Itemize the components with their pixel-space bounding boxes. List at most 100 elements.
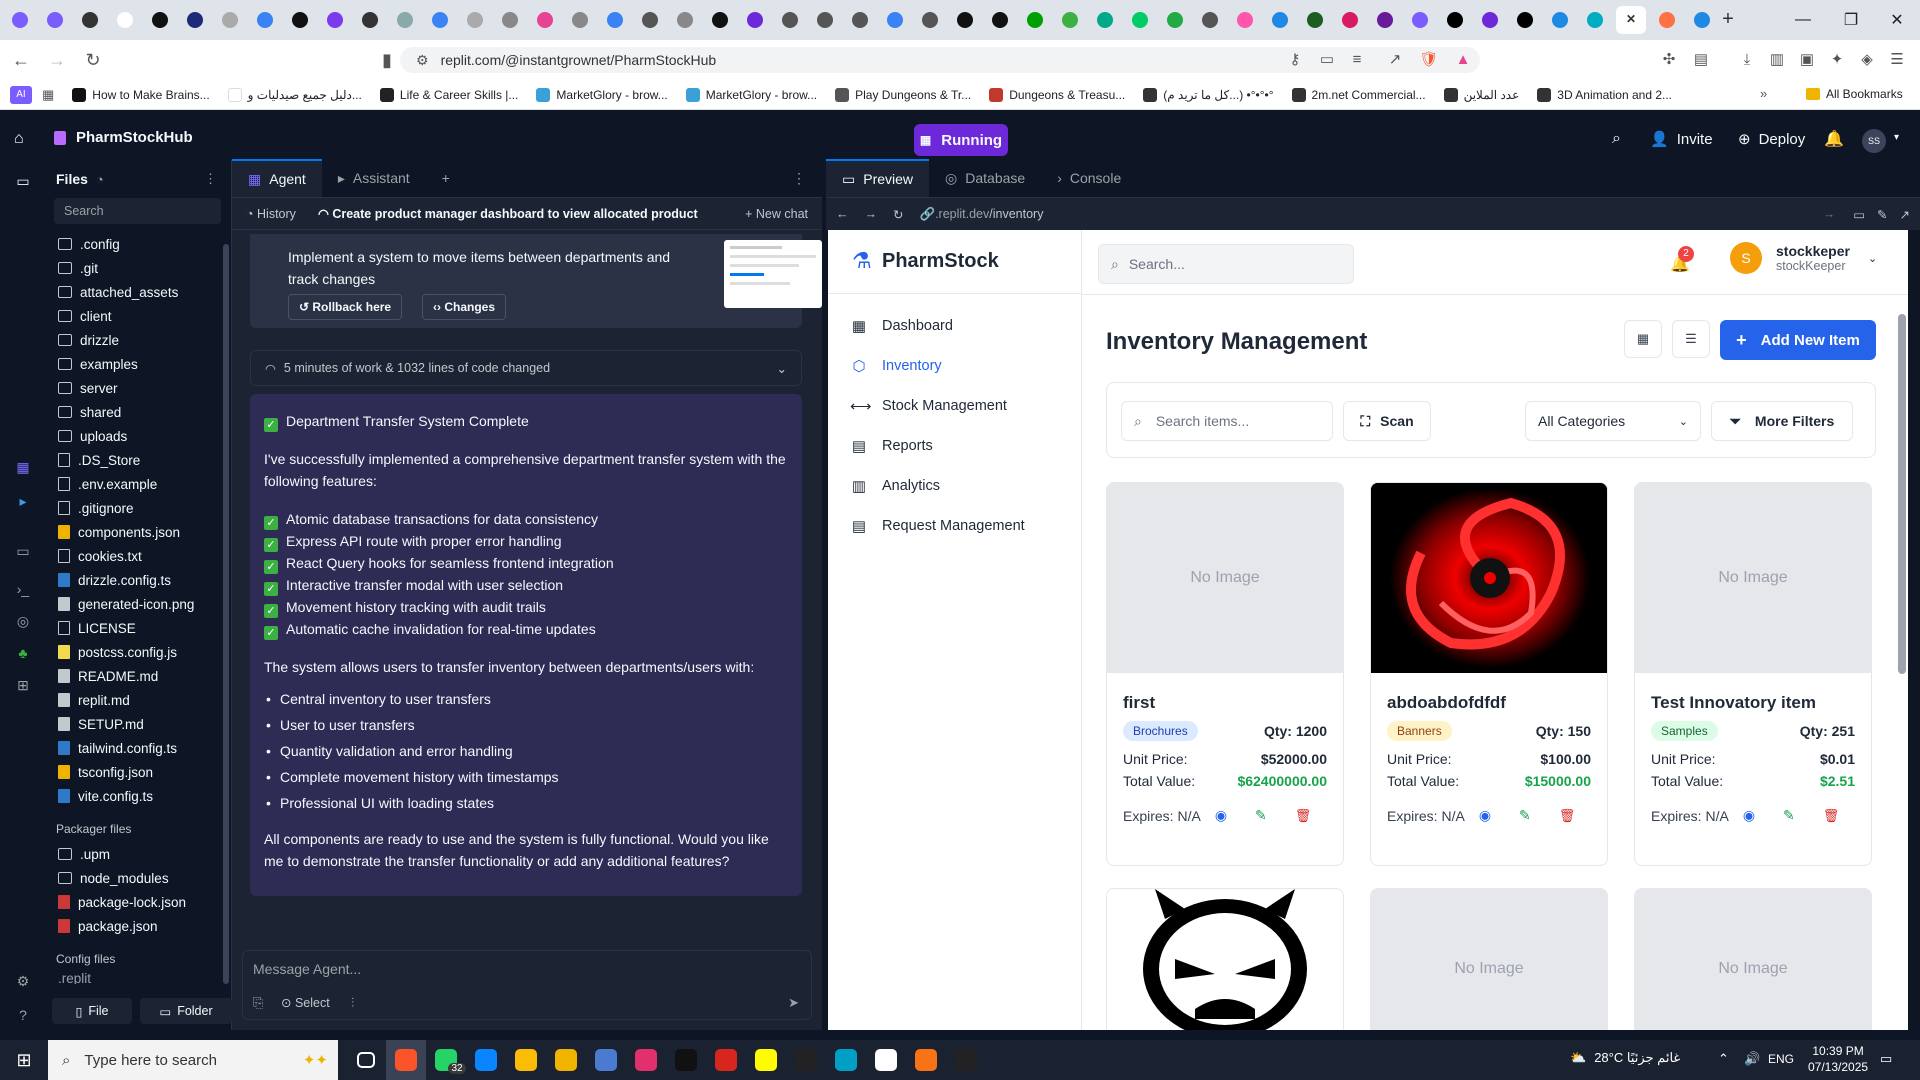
volume-icon[interactable]: 🔊 bbox=[1744, 1051, 1760, 1067]
tab-console[interactable]: › Console bbox=[1041, 159, 1137, 197]
send-icon[interactable]: ➤ bbox=[788, 995, 799, 1011]
app-icon[interactable] bbox=[786, 1040, 826, 1080]
chrome-icon[interactable] bbox=[506, 1040, 546, 1080]
browser-tab[interactable] bbox=[41, 6, 69, 34]
browser-tab[interactable] bbox=[216, 6, 244, 34]
work-summary[interactable]: ◠ 5 minutes of work & 1032 lines of code… bbox=[250, 350, 802, 386]
select-element-button[interactable]: ⊙ Select bbox=[281, 995, 330, 1010]
browser-tab[interactable] bbox=[1196, 6, 1224, 34]
sidebar-item-stock-management[interactable]: ⟷ Stock Management bbox=[828, 386, 1081, 426]
browser-tab[interactable] bbox=[741, 6, 769, 34]
file-tree-scrollbar[interactable] bbox=[223, 244, 229, 984]
browser-tab[interactable] bbox=[776, 6, 804, 34]
clock[interactable]: 10:39 PM 07/13/2025 bbox=[1808, 1043, 1868, 1075]
acrobat-icon[interactable] bbox=[706, 1040, 746, 1080]
file-explorer-icon[interactable] bbox=[546, 1040, 586, 1080]
browser-tab[interactable] bbox=[1336, 6, 1364, 34]
sidebar-item-request-management[interactable]: ▤ Request Management bbox=[828, 506, 1081, 546]
file-item[interactable]: tsconfig.json bbox=[44, 760, 231, 784]
chat-title[interactable]: ◠ Create product manager dashboard to vi… bbox=[318, 206, 698, 221]
bell-icon[interactable]: 🔔 bbox=[1824, 129, 1844, 149]
view-eye-icon[interactable]: ◉ bbox=[1479, 807, 1491, 824]
browser-tab[interactable] bbox=[846, 6, 874, 34]
preview-tool-icon[interactable]: ▭ bbox=[12, 540, 34, 562]
chatgpt-icon[interactable] bbox=[866, 1040, 906, 1080]
sidebar-item-dashboard[interactable]: ▦ Dashboard bbox=[828, 306, 1081, 346]
search-icon[interactable]: ⌕ bbox=[1612, 130, 1621, 148]
preview-forward-icon[interactable]: → bbox=[865, 207, 878, 221]
add-new-item-button[interactable]: + Add New Item bbox=[1720, 320, 1876, 360]
folder-item[interactable]: drizzle bbox=[44, 328, 231, 352]
sidebar-panel-icon[interactable]: ▤ bbox=[1690, 48, 1712, 70]
sidebar-item-analytics[interactable]: ▥ Analytics bbox=[828, 466, 1081, 506]
delete-trash-icon[interactable]: 🗑 bbox=[1559, 808, 1576, 824]
item-card[interactable]: No Image bbox=[1634, 888, 1872, 1030]
edit-icon[interactable]: ✎ bbox=[1783, 807, 1795, 824]
snapchat-icon[interactable] bbox=[746, 1040, 786, 1080]
devices-icon[interactable]: ▭ bbox=[1853, 207, 1865, 222]
database-tool-icon[interactable]: ◎ bbox=[12, 610, 34, 632]
browser-tab[interactable] bbox=[531, 6, 559, 34]
view-eye-icon[interactable]: ◉ bbox=[1215, 807, 1227, 824]
item-card[interactable]: No Image bbox=[1370, 888, 1608, 1030]
ai-bookmark-icon[interactable]: AI bbox=[10, 85, 32, 104]
browser-tab[interactable] bbox=[881, 6, 909, 34]
open-new-tab-icon[interactable]: ↗ bbox=[1900, 207, 1910, 222]
taskbar-search[interactable]: ⌕ Type here to search ✦✦ bbox=[48, 1040, 338, 1080]
bookmark-item[interactable]: Life & Career Skills |... bbox=[379, 87, 518, 102]
shell-tool-icon[interactable]: ›_ bbox=[12, 578, 34, 600]
settings-sliders-icon[interactable]: ⫶ bbox=[351, 995, 354, 1011]
add-tab-button[interactable]: + bbox=[426, 159, 466, 197]
browser-tab[interactable] bbox=[1301, 6, 1329, 34]
files-toggle-icon[interactable]: ▭ bbox=[12, 170, 34, 192]
folder-item[interactable]: uploads bbox=[44, 424, 231, 448]
tiktok-icon[interactable] bbox=[666, 1040, 706, 1080]
file-item[interactable]: package-lock.json bbox=[44, 890, 231, 914]
restore-icon[interactable]: ❐ bbox=[1828, 0, 1874, 40]
folder-item[interactable]: attached_assets bbox=[44, 280, 231, 304]
agent-input-box[interactable]: Message Agent... ⎘ ⊙ Select ⫶ ➤ bbox=[242, 950, 812, 1020]
browser-tab[interactable] bbox=[601, 6, 629, 34]
run-button[interactable]: ▦ Running bbox=[914, 124, 1008, 156]
browser-tab[interactable] bbox=[426, 6, 454, 34]
edge-icon[interactable] bbox=[466, 1040, 506, 1080]
file-item[interactable]: LICENSE bbox=[44, 616, 231, 640]
invite-button[interactable]: 👤 Invite bbox=[1650, 130, 1713, 149]
pane-menu-icon[interactable]: ⋮ bbox=[776, 159, 822, 197]
extensions-icon[interactable]: ✣ bbox=[1658, 48, 1680, 70]
bookmark-item[interactable]: Dungeons & Treasu... bbox=[989, 87, 1125, 102]
file-item[interactable]: .replit bbox=[44, 972, 231, 984]
folder-item[interactable]: node_modules bbox=[44, 866, 231, 890]
forward-icon[interactable]: → bbox=[42, 45, 72, 75]
assistant-tool-icon[interactable]: ▸ bbox=[12, 490, 34, 512]
folder-item[interactable]: .git bbox=[44, 256, 231, 280]
file-item[interactable]: package.json bbox=[44, 914, 231, 938]
browser-tab[interactable] bbox=[76, 6, 104, 34]
deploy-button[interactable]: ⊕ Deploy bbox=[1738, 130, 1805, 149]
list-view-button[interactable]: ☰ bbox=[1672, 320, 1710, 358]
chevron-down-icon[interactable]: ▾ bbox=[1894, 132, 1899, 143]
chevron-down-icon[interactable]: ⌄ bbox=[777, 361, 787, 376]
brave-rewards-icon[interactable]: ▲ bbox=[1452, 48, 1474, 70]
file-item[interactable]: vite.config.ts bbox=[44, 784, 231, 808]
secrets-tool-icon[interactable]: ♣ bbox=[12, 642, 34, 664]
item-card[interactable] bbox=[1106, 888, 1344, 1030]
apps-grid-icon[interactable]: ▦ bbox=[42, 87, 54, 103]
minimize-icon[interactable]: — bbox=[1780, 0, 1826, 40]
file-search-input[interactable]: Search bbox=[54, 198, 221, 224]
back-icon[interactable]: ← bbox=[6, 45, 36, 75]
browser-tab[interactable] bbox=[1406, 6, 1434, 34]
open-url-arrow-icon[interactable]: → bbox=[1823, 207, 1836, 221]
browser-tab[interactable] bbox=[636, 6, 664, 34]
file-item[interactable]: generated-icon.png bbox=[44, 592, 231, 616]
browser-tab[interactable] bbox=[951, 6, 979, 34]
delete-trash-icon[interactable]: 🗑 bbox=[1823, 808, 1840, 824]
browser-tab[interactable] bbox=[916, 6, 944, 34]
devtools-icon[interactable]: ✎ bbox=[1877, 207, 1887, 222]
file-item[interactable]: .DS_Store bbox=[44, 448, 231, 472]
folder-item[interactable]: .upm bbox=[44, 842, 231, 866]
browser-tab[interactable] bbox=[1266, 6, 1294, 34]
close-window-icon[interactable]: ✕ bbox=[1874, 0, 1920, 40]
item-card[interactable]: abdoabdofdfdf Banners Qty: 150 Unit Price: $… bbox=[1370, 482, 1608, 866]
new-chat-button[interactable]: + New chat bbox=[745, 207, 808, 221]
